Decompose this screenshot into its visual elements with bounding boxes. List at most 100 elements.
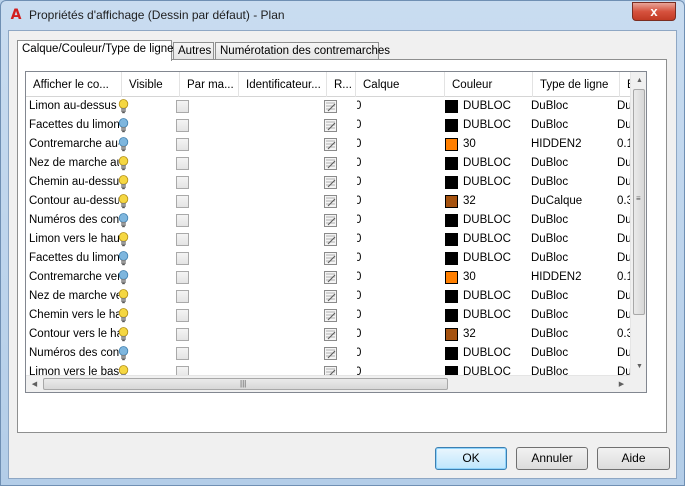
lightbulb-on-icon[interactable] bbox=[116, 154, 136, 173]
linetype-value[interactable]: DuBloc bbox=[530, 211, 616, 230]
linetype-value[interactable]: DuBloc bbox=[530, 97, 616, 116]
lineweight-value[interactable]: Dul bbox=[617, 173, 631, 192]
lightbulb-off-icon[interactable] bbox=[116, 268, 136, 287]
scroll-left-arrow-icon[interactable]: ◀ bbox=[26, 376, 43, 392]
by-material-checkbox[interactable] bbox=[173, 116, 193, 135]
lineweight-value[interactable]: Dul bbox=[617, 249, 631, 268]
by-material-checkbox[interactable] bbox=[173, 268, 193, 287]
by-material-checkbox[interactable] bbox=[173, 306, 193, 325]
layer-edit-icon[interactable] bbox=[321, 230, 341, 249]
linetype-value[interactable]: DuBloc bbox=[530, 306, 616, 325]
table-row[interactable]: Limon vers le haut 0 DUBLOC DuBlocDul bbox=[26, 230, 646, 249]
color-cell[interactable]: 32 bbox=[442, 325, 530, 344]
vertical-scroll-thumb[interactable]: ≡ bbox=[633, 89, 645, 315]
lightbulb-off-icon[interactable] bbox=[116, 249, 136, 268]
table-row[interactable]: Chemin vers le hau 0 DUBLOC DuBlocDul bbox=[26, 306, 646, 325]
by-material-checkbox[interactable] bbox=[173, 173, 193, 192]
linetype-value[interactable]: DuBloc bbox=[530, 287, 616, 306]
tab-numerotation-contremarches[interactable]: Numérotation des contremarches bbox=[215, 42, 390, 60]
layer-edit-icon[interactable] bbox=[321, 249, 341, 268]
lightbulb-off-icon[interactable] bbox=[116, 135, 136, 154]
layer-value[interactable]: 0 bbox=[357, 192, 437, 211]
by-material-checkbox[interactable] bbox=[173, 154, 193, 173]
color-cell[interactable]: DUBLOC bbox=[442, 211, 530, 230]
layer-value[interactable]: 0 bbox=[357, 306, 437, 325]
table-row[interactable]: Chemin au-dessus 0 DUBLOC DuBlocDul bbox=[26, 173, 646, 192]
linetype-value[interactable]: DuBloc bbox=[530, 344, 616, 363]
column-header-identificateur[interactable]: Identificateur... bbox=[239, 72, 327, 97]
layer-value[interactable]: 0 bbox=[357, 268, 437, 287]
layer-value[interactable]: 0 bbox=[357, 135, 437, 154]
linetype-value[interactable]: DuBloc bbox=[530, 154, 616, 173]
layer-value[interactable]: 0 bbox=[357, 173, 437, 192]
lightbulb-off-icon[interactable] bbox=[116, 344, 136, 363]
by-material-checkbox[interactable] bbox=[173, 97, 193, 116]
color-cell[interactable]: 32 bbox=[442, 192, 530, 211]
layer-value[interactable]: 0 bbox=[357, 154, 437, 173]
lineweight-value[interactable]: 0.3 bbox=[617, 192, 631, 211]
color-cell[interactable]: DUBLOC bbox=[442, 173, 530, 192]
lineweight-value[interactable]: Dul bbox=[617, 306, 631, 325]
table-row[interactable]: Contour vers le ha 0 32 DuBloc0.3 bbox=[26, 325, 646, 344]
table-row[interactable]: Facettes du limon 0 DUBLOC DuBlocDul bbox=[26, 249, 646, 268]
color-cell[interactable]: DUBLOC bbox=[442, 306, 530, 325]
column-header-afficher[interactable]: Afficher le co... bbox=[26, 72, 122, 97]
layer-edit-icon[interactable] bbox=[321, 97, 341, 116]
table-row[interactable]: Contremarche au-d 0 30 HIDDEN20.1 bbox=[26, 135, 646, 154]
layer-value[interactable]: 0 bbox=[357, 325, 437, 344]
lightbulb-off-icon[interactable] bbox=[116, 116, 136, 135]
column-header-par-materiau[interactable]: Par ma... bbox=[180, 72, 239, 97]
lineweight-value[interactable]: 0.1 bbox=[617, 268, 631, 287]
table-row[interactable]: Facettes du limon 0 DUBLOC DuBlocDul bbox=[26, 116, 646, 135]
table-row[interactable]: Limon au-dessus d 0 DUBLOC DuBlocDul bbox=[26, 97, 646, 116]
vertical-scrollbar[interactable]: ▲ ≡ ▼ bbox=[630, 72, 646, 375]
layer-value[interactable]: 0 bbox=[357, 211, 437, 230]
table-row[interactable]: Numéros des cont 0 DUBLOC DuBlocDul bbox=[26, 211, 646, 230]
layer-value[interactable]: 0 bbox=[357, 344, 437, 363]
by-material-checkbox[interactable] bbox=[173, 325, 193, 344]
linetype-value[interactable]: DuBloc bbox=[530, 249, 616, 268]
lightbulb-on-icon[interactable] bbox=[116, 325, 136, 344]
scroll-down-arrow-icon[interactable]: ▼ bbox=[631, 358, 646, 375]
horizontal-scrollbar[interactable]: ◀ ||| ▶ bbox=[26, 375, 630, 392]
lightbulb-on-icon[interactable] bbox=[116, 173, 136, 192]
lightbulb-on-icon[interactable] bbox=[116, 192, 136, 211]
layer-edit-icon[interactable] bbox=[321, 192, 341, 211]
layer-edit-icon[interactable] bbox=[321, 154, 341, 173]
linetype-value[interactable]: DuBloc bbox=[530, 173, 616, 192]
table-row[interactable]: Nez de marche au 0 DUBLOC DuBlocDul bbox=[26, 154, 646, 173]
column-header-couleur[interactable]: Couleur bbox=[445, 72, 533, 97]
by-material-checkbox[interactable] bbox=[173, 135, 193, 154]
linetype-value[interactable]: DuBloc bbox=[530, 230, 616, 249]
lightbulb-on-icon[interactable] bbox=[116, 287, 136, 306]
by-material-checkbox[interactable] bbox=[173, 287, 193, 306]
color-cell[interactable]: DUBLOC bbox=[442, 97, 530, 116]
layer-edit-icon[interactable] bbox=[321, 287, 341, 306]
lightbulb-on-icon[interactable] bbox=[116, 230, 136, 249]
column-header-type-de-ligne[interactable]: Type de ligne bbox=[533, 72, 620, 97]
help-button[interactable]: Aide bbox=[597, 447, 670, 470]
scroll-up-arrow-icon[interactable]: ▲ bbox=[631, 72, 646, 89]
column-header-visible[interactable]: Visible bbox=[122, 72, 180, 97]
table-row[interactable]: Nez de marche ve 0 DUBLOC DuBlocDul bbox=[26, 287, 646, 306]
lineweight-value[interactable]: Dul bbox=[617, 97, 631, 116]
color-cell[interactable]: 30 bbox=[442, 268, 530, 287]
column-header-calque[interactable]: Calque bbox=[356, 72, 445, 97]
linetype-value[interactable]: HIDDEN2 bbox=[530, 268, 616, 287]
color-cell[interactable]: DUBLOC bbox=[442, 287, 530, 306]
color-cell[interactable]: DUBLOC bbox=[442, 154, 530, 173]
color-cell[interactable]: DUBLOC bbox=[442, 249, 530, 268]
layer-edit-icon[interactable] bbox=[321, 211, 341, 230]
layer-edit-icon[interactable] bbox=[321, 268, 341, 287]
color-cell[interactable]: DUBLOC bbox=[442, 230, 530, 249]
lineweight-value[interactable]: Dul bbox=[617, 211, 631, 230]
column-header-r[interactable]: R... bbox=[327, 72, 356, 97]
table-row[interactable]: Numéros des cont 0 DUBLOC DuBlocDul bbox=[26, 344, 646, 363]
lineweight-value[interactable]: 0.1 bbox=[617, 135, 631, 154]
layer-value[interactable]: 0 bbox=[357, 230, 437, 249]
linetype-value[interactable]: DuBloc bbox=[530, 116, 616, 135]
lineweight-value[interactable]: Dul bbox=[617, 230, 631, 249]
close-button[interactable]: x bbox=[632, 2, 676, 21]
cancel-button[interactable]: Annuler bbox=[516, 447, 588, 470]
lightbulb-on-icon[interactable] bbox=[116, 306, 136, 325]
